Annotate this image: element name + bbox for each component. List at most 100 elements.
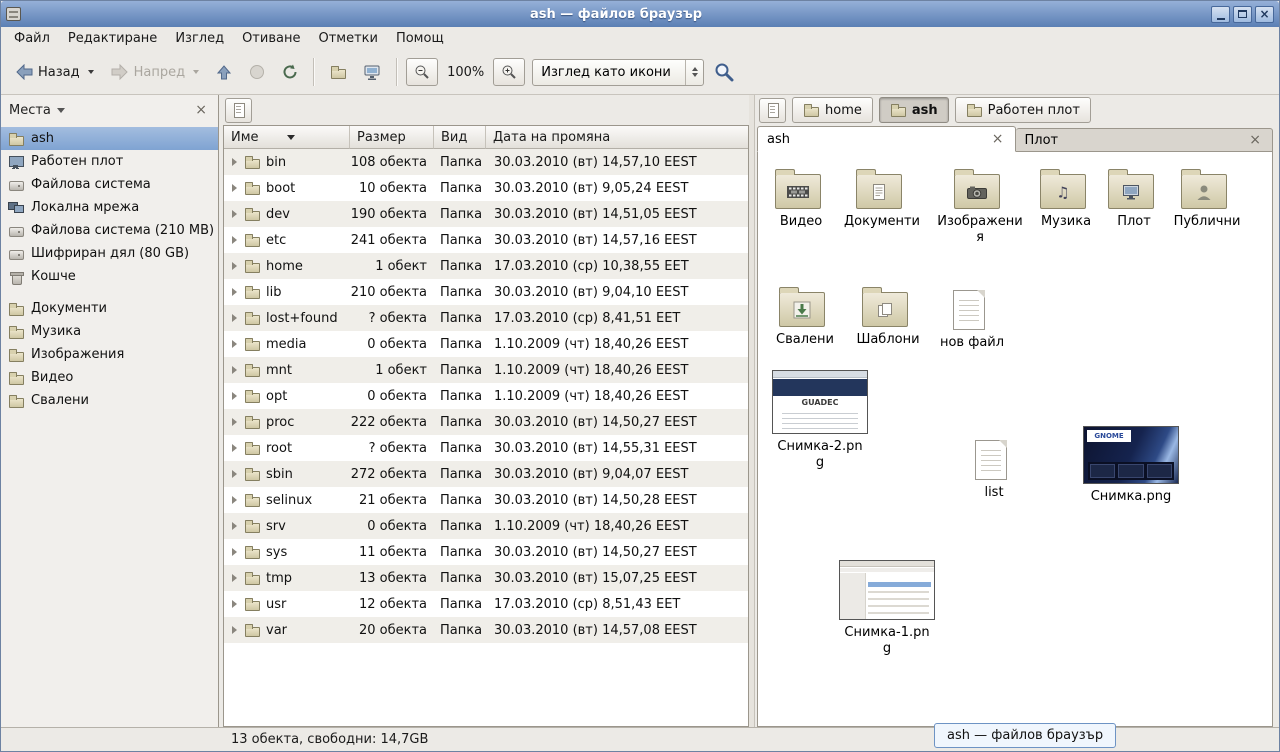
titlebar[interactable]: ash — файлов браузър × bbox=[1, 1, 1279, 27]
close-button[interactable]: × bbox=[1255, 6, 1274, 23]
expander-icon[interactable] bbox=[232, 314, 237, 322]
table-row[interactable]: mnt1 обектПапка1.10.2009 (чт) 18,40,26 E… bbox=[224, 357, 748, 383]
table-row[interactable]: media0 обектаПапка1.10.2009 (чт) 18,40,2… bbox=[224, 331, 748, 357]
expander-icon[interactable] bbox=[232, 210, 237, 218]
expander-icon[interactable] bbox=[232, 366, 237, 374]
expander-icon[interactable] bbox=[232, 236, 237, 244]
table-row[interactable]: lib210 обектаПапка30.03.2010 (вт) 9,04,1… bbox=[224, 279, 748, 305]
expander-icon[interactable] bbox=[232, 158, 237, 166]
expander-icon[interactable] bbox=[232, 522, 237, 530]
location-toggle-button[interactable] bbox=[225, 98, 252, 123]
table-row[interactable]: home1 обектПапка17.03.2010 (ср) 10,38,55… bbox=[224, 253, 748, 279]
file-item-snimka[interactable]: GNOME Store Снимка.png bbox=[1076, 426, 1186, 505]
table-row[interactable]: dev190 обектаПапка30.03.2010 (вт) 14,51,… bbox=[224, 201, 748, 227]
table-row[interactable]: proc222 обектаПапка30.03.2010 (вт) 14,50… bbox=[224, 409, 748, 435]
breadcrumb-ash[interactable]: ash bbox=[879, 97, 949, 123]
minimize-button[interactable] bbox=[1211, 6, 1230, 23]
expander-icon[interactable] bbox=[232, 496, 237, 504]
tab-close-icon[interactable]: × bbox=[990, 132, 1006, 146]
tab-plot[interactable]: Плот× bbox=[1016, 128, 1274, 152]
zoom-in-button[interactable] bbox=[493, 58, 525, 86]
folder-item-video[interactable]: Видео bbox=[758, 168, 838, 230]
table-row[interactable]: srv0 обектаПапка1.10.2009 (чт) 18,40,26 … bbox=[224, 513, 748, 539]
zoom-out-button[interactable] bbox=[406, 58, 438, 86]
table-row[interactable]: root? обектаПапка30.03.2010 (вт) 14,55,3… bbox=[224, 435, 748, 461]
home-button[interactable] bbox=[323, 59, 353, 85]
back-button[interactable]: Назад bbox=[8, 59, 101, 85]
forward-button[interactable]: Напред bbox=[104, 59, 206, 85]
expander-icon[interactable] bbox=[232, 340, 237, 348]
menu-edit[interactable]: Редактиране bbox=[59, 29, 166, 48]
expander-icon[interactable] bbox=[232, 392, 237, 400]
menu-bookmarks[interactable]: Отметки bbox=[309, 29, 386, 48]
expander-icon[interactable] bbox=[232, 184, 237, 192]
sidebar-item-filesystem-210mb[interactable]: Файлова система (210 MB) bbox=[1, 219, 218, 242]
expander-icon[interactable] bbox=[232, 418, 237, 426]
folder-item-templates[interactable]: Шаблони bbox=[845, 286, 925, 348]
icon-view[interactable]: Видео Документи Изображения ♫ Музика Пло… bbox=[757, 152, 1273, 727]
expander-icon[interactable] bbox=[232, 548, 237, 556]
view-mode-select[interactable]: Изглед като икони bbox=[532, 59, 704, 86]
tab-close-icon[interactable]: × bbox=[1247, 133, 1263, 147]
sidebar-item-documents[interactable]: Документи bbox=[1, 297, 218, 320]
folder-item-desktop[interactable]: Плот bbox=[1091, 168, 1171, 230]
location-toggle-button[interactable] bbox=[759, 98, 786, 123]
table-row[interactable]: bin108 обектаПапка30.03.2010 (вт) 14,57,… bbox=[224, 149, 748, 175]
file-item-new-file[interactable]: нов файл bbox=[929, 286, 1009, 351]
table-row[interactable]: boot10 обектаПапка30.03.2010 (вт) 9,05,2… bbox=[224, 175, 748, 201]
up-button[interactable] bbox=[209, 59, 239, 85]
file-item-snimka2[interactable]: GUADEC Снимка-2.png bbox=[765, 370, 875, 472]
file-item-snimka1[interactable]: Снимка-1.png bbox=[832, 560, 942, 658]
sidebar-item-pictures[interactable]: Изображения bbox=[1, 343, 218, 366]
expander-icon[interactable] bbox=[232, 288, 237, 296]
sidebar-item-desktop[interactable]: Работен плот bbox=[1, 150, 218, 173]
tab-ash[interactable]: ash× bbox=[757, 126, 1016, 152]
expander-icon[interactable] bbox=[232, 600, 237, 608]
expander-icon[interactable] bbox=[232, 470, 237, 478]
stop-button[interactable] bbox=[242, 59, 272, 85]
folder-item-documents[interactable]: Документи bbox=[839, 168, 919, 230]
expander-icon[interactable] bbox=[232, 262, 237, 270]
sidebar-close-icon[interactable]: × bbox=[192, 103, 210, 117]
sidebar-title[interactable]: Места bbox=[9, 103, 51, 118]
table-row[interactable]: sys11 обектаПапка30.03.2010 (вт) 14,50,2… bbox=[224, 539, 748, 565]
sidebar-item-downloads[interactable]: Свалени bbox=[1, 389, 218, 412]
expander-icon[interactable] bbox=[232, 444, 237, 452]
menu-go[interactable]: Отиване bbox=[233, 29, 309, 48]
sidebar-item-videos[interactable]: Видео bbox=[1, 366, 218, 389]
expander-icon[interactable] bbox=[232, 626, 237, 634]
sidebar-item-encrypted[interactable]: Шифриран дял (80 GB) bbox=[1, 242, 218, 265]
computer-button[interactable] bbox=[356, 59, 388, 86]
table-row[interactable]: tmp13 обектаПапка30.03.2010 (вт) 15,07,2… bbox=[224, 565, 748, 591]
chevron-down-icon[interactable] bbox=[57, 108, 65, 113]
sidebar-item-ash[interactable]: ash bbox=[1, 127, 218, 150]
menu-file[interactable]: Файл bbox=[5, 29, 59, 48]
column-header-name[interactable]: Име bbox=[224, 126, 350, 149]
sidebar-item-network[interactable]: Локална мрежа bbox=[1, 196, 218, 219]
menu-help[interactable]: Помощ bbox=[387, 29, 453, 48]
reload-button[interactable] bbox=[275, 59, 305, 85]
table-row[interactable]: selinux21 обектаПапка30.03.2010 (вт) 14,… bbox=[224, 487, 748, 513]
table-row[interactable]: opt0 обектаПапка1.10.2009 (чт) 18,40,26 … bbox=[224, 383, 748, 409]
maximize-button[interactable] bbox=[1233, 6, 1252, 23]
breadcrumb-desktop[interactable]: Работен плот bbox=[955, 97, 1091, 123]
table-row[interactable]: lost+found? обектаПапка17.03.2010 (ср) 8… bbox=[224, 305, 748, 331]
sidebar-item-filesystem[interactable]: Файлова система bbox=[1, 173, 218, 196]
folder-item-downloads[interactable]: Свалени bbox=[762, 286, 842, 348]
table-row[interactable]: etc241 обектаПапка30.03.2010 (вт) 14,57,… bbox=[224, 227, 748, 253]
folder-item-pictures[interactable]: Изображения bbox=[937, 168, 1017, 247]
search-button[interactable] bbox=[707, 57, 741, 87]
file-item-list[interactable]: list bbox=[951, 436, 1031, 501]
table-row[interactable]: sbin272 обектаПапка30.03.2010 (вт) 9,04,… bbox=[224, 461, 748, 487]
column-header-type[interactable]: Вид bbox=[434, 126, 486, 149]
expander-icon[interactable] bbox=[232, 574, 237, 582]
table-row[interactable]: var20 обектаПапка30.03.2010 (вт) 14,57,0… bbox=[224, 617, 748, 643]
column-header-date[interactable]: Дата на промяна bbox=[486, 126, 748, 149]
sidebar-item-trash[interactable]: Кошче bbox=[1, 265, 218, 288]
breadcrumb-home[interactable]: home bbox=[792, 97, 873, 123]
column-header-size[interactable]: Размер bbox=[350, 126, 434, 149]
folder-item-public[interactable]: Публични bbox=[1164, 168, 1244, 230]
table-row[interactable]: usr12 обектаПапка17.03.2010 (ср) 8,51,43… bbox=[224, 591, 748, 617]
sidebar-item-music[interactable]: Музика bbox=[1, 320, 218, 343]
menu-view[interactable]: Изглед bbox=[166, 29, 233, 48]
